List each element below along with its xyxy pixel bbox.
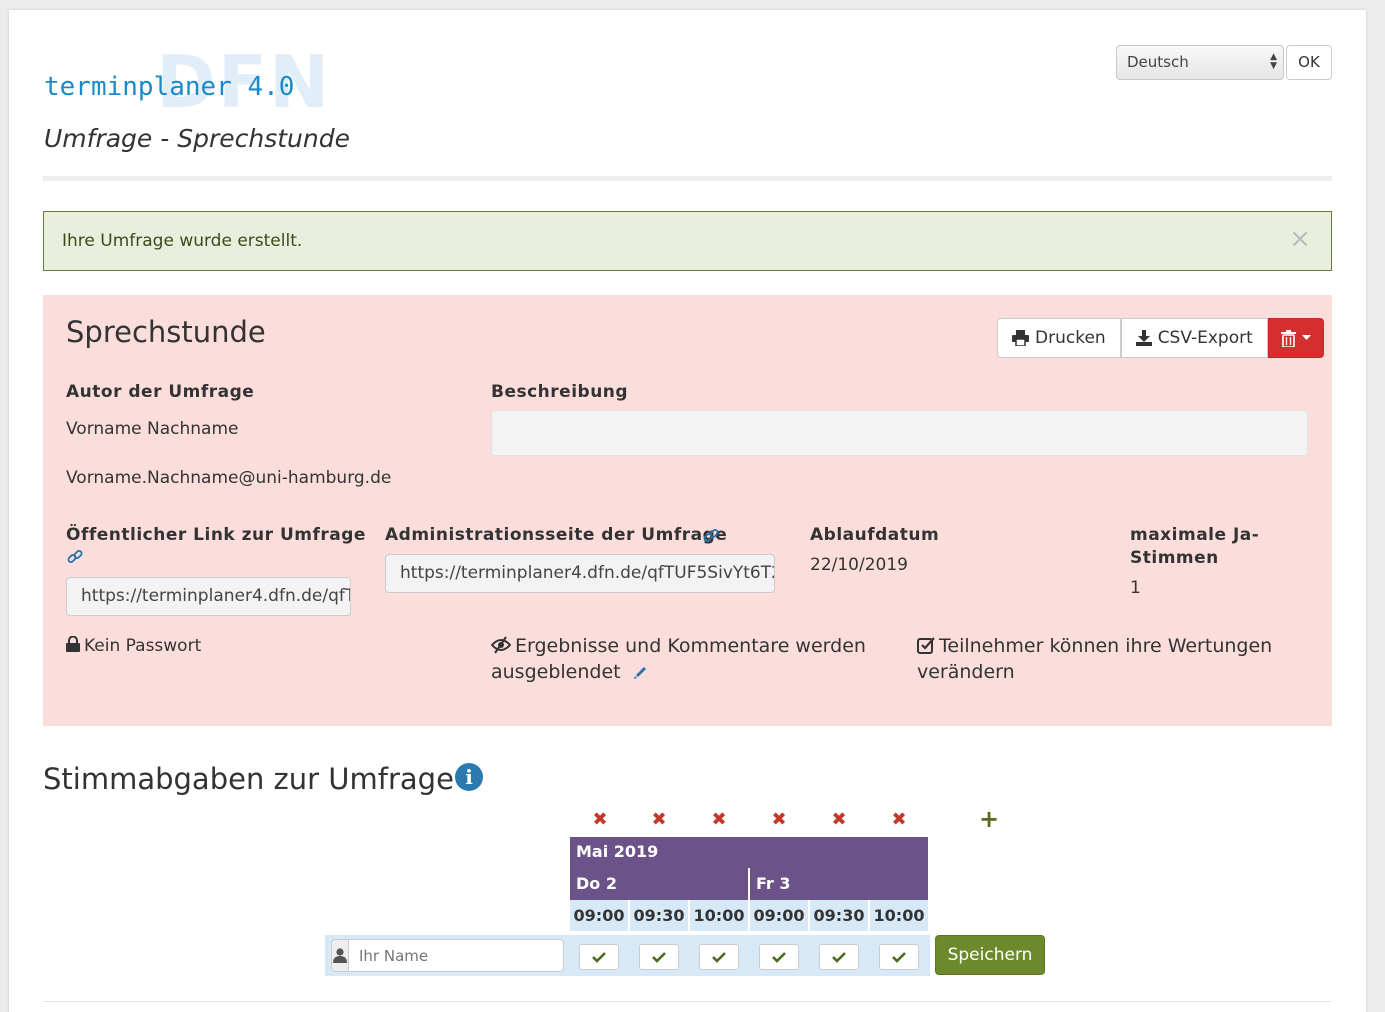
delete-column-button[interactable]: ✖ — [649, 810, 669, 830]
csv-export-label: CSV-Export — [1157, 328, 1253, 348]
delete-column-button[interactable]: ✖ — [889, 810, 909, 830]
link-icon[interactable] — [67, 549, 83, 565]
editable-text-line2: verändern — [917, 661, 1015, 683]
public-link-label: Öffentlicher Link zur Umfrage — [66, 525, 366, 545]
admin-link-label: Administrationsseite der Umfrage — [385, 525, 727, 545]
name-input-group — [331, 939, 564, 972]
poll-title: Sprechstunde — [66, 315, 266, 349]
info-icon[interactable]: i — [455, 763, 483, 791]
check-icon — [592, 951, 606, 963]
poll-info-panel: Sprechstunde Drucken CSV-Export Autor de… — [43, 295, 1332, 726]
select-arrows-icon: ▲ ▼ — [1270, 52, 1277, 71]
edit-check-icon — [917, 637, 935, 654]
day-header: Do 2 — [570, 868, 748, 900]
password-text: Kein Passwort — [84, 636, 202, 656]
max-yes-label-line2: Stimmen — [1130, 548, 1219, 568]
check-icon — [832, 951, 846, 963]
password-status: Kein Passwort — [66, 633, 201, 659]
vote-checkbox[interactable] — [759, 944, 799, 970]
eye-slash-icon — [490, 636, 512, 654]
check-icon — [652, 951, 666, 963]
name-input[interactable] — [349, 939, 564, 972]
alert-message: Ihre Umfrage wurde erstellt. — [62, 231, 303, 251]
trash-icon — [1280, 329, 1296, 347]
month-header: Mai 2019 — [570, 837, 928, 868]
editable-votes-status: Teilnehmer können ihre Wertungen verände… — [917, 633, 1272, 685]
public-link-field[interactable]: https://terminplaner4.dfn.de/qfTUF5SivYt… — [66, 577, 351, 616]
vote-checkbox[interactable] — [639, 944, 679, 970]
lock-icon — [66, 635, 80, 652]
time-header: 09:00 — [570, 900, 628, 931]
divider — [43, 176, 1332, 181]
vote-checkbox[interactable] — [699, 944, 739, 970]
vote-checkbox[interactable] — [879, 944, 919, 970]
print-label: Drucken — [1035, 328, 1106, 348]
description-field — [491, 410, 1308, 456]
editable-text-line1: Teilnehmer können ihre Wertungen — [939, 635, 1273, 657]
save-button[interactable]: Speichern — [935, 935, 1045, 975]
delete-column-button[interactable]: ✖ — [769, 810, 789, 830]
expiry-value: 22/10/2019 — [810, 555, 908, 575]
author-label: Autor der Umfrage — [66, 382, 255, 402]
votes-title: Stimmabgaben zur Umfrage — [43, 762, 454, 796]
check-icon — [772, 951, 786, 963]
delete-column-button[interactable]: ✖ — [829, 810, 849, 830]
delete-dropdown-button[interactable] — [1267, 318, 1324, 358]
logo-text: terminplaner 4.0 — [44, 72, 295, 102]
admin-link-label-text: Administrationsseite der Umfrage — [385, 525, 728, 545]
time-header: 09:30 — [630, 900, 688, 931]
max-yes-value: 1 — [1130, 578, 1141, 598]
success-alert: Ihre Umfrage wurde erstellt. × — [43, 211, 1332, 271]
results-visibility: Ergebnisse und Kommentare werden ausgebl… — [490, 633, 866, 685]
print-button[interactable]: Drucken — [997, 318, 1121, 358]
vote-checkbox[interactable] — [579, 944, 619, 970]
admin-link-field[interactable]: https://terminplaner4.dfn.de/qfTUF5SivYt… — [385, 554, 775, 593]
alert-close-button[interactable]: × — [1289, 224, 1311, 254]
language-ok-button[interactable]: OK — [1286, 45, 1332, 80]
expiry-label: Ablaufdatum — [810, 525, 940, 545]
poll-actions: Drucken CSV-Export — [997, 318, 1324, 358]
language-select-value: Deutsch — [1127, 53, 1189, 71]
user-icon — [331, 939, 349, 972]
check-icon — [712, 951, 726, 963]
day-header: Fr 3 — [750, 868, 928, 900]
max-yes-label-line1: maximale Ja- — [1130, 525, 1260, 545]
page-title: Umfrage - Sprechstunde — [44, 124, 350, 153]
divider — [43, 1001, 1332, 1002]
time-header: 09:00 — [750, 900, 808, 931]
author-email: Vorname.Nachname@uni-hamburg.de — [66, 468, 392, 488]
author-name: Vorname Nachname — [66, 419, 239, 439]
check-icon — [892, 951, 906, 963]
delete-column-button[interactable]: ✖ — [709, 810, 729, 830]
time-header: 10:00 — [690, 900, 748, 931]
time-header: 09:30 — [810, 900, 868, 931]
download-icon — [1135, 330, 1152, 346]
pencil-icon[interactable] — [633, 665, 648, 680]
time-header: 10:00 — [870, 900, 928, 931]
description-label: Beschreibung — [491, 382, 629, 402]
caret-down-icon — [1301, 335, 1311, 340]
add-column-button[interactable]: + — [979, 807, 999, 831]
page: DFN terminplaner 4.0 Umfrage - Sprechstu… — [9, 10, 1366, 1012]
results-text-line2: ausgeblendet — [491, 661, 621, 683]
vote-checkbox[interactable] — [819, 944, 859, 970]
link-icon[interactable] — [703, 528, 719, 544]
csv-export-button[interactable]: CSV-Export — [1120, 318, 1268, 358]
language-select[interactable]: Deutsch ▲ ▼ — [1116, 45, 1284, 80]
print-icon — [1012, 330, 1029, 346]
delete-column-button[interactable]: ✖ — [590, 810, 610, 830]
results-text-line1: Ergebnisse und Kommentare werden — [515, 635, 866, 657]
logo[interactable]: DFN terminplaner 4.0 — [44, 40, 329, 124]
